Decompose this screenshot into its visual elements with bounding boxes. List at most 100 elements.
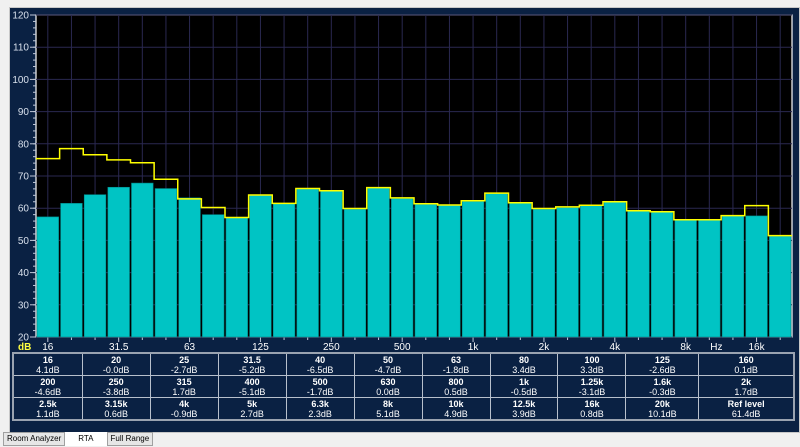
band-label: 800 <box>448 376 464 387</box>
band-value: 0.6dB <box>104 408 128 419</box>
band-value: -1.8dB <box>442 364 470 375</box>
band-value: 0.8dB <box>580 408 604 419</box>
bar-20k <box>769 235 792 338</box>
band-value: -6.5dB <box>306 364 334 375</box>
bar-8k <box>674 219 697 338</box>
band-value: 1.1dB <box>36 408 60 419</box>
band-label: 400 <box>244 376 260 387</box>
y-tick-label: 80 <box>18 139 30 150</box>
tab-room-analyzer[interactable]: Room Analyzer <box>3 432 66 446</box>
band-label: 12.5k <box>512 398 536 409</box>
band-cell: 80 3.4dB <box>489 352 559 376</box>
tab-rta[interactable]: RTA <box>65 432 107 446</box>
band-cell: 160 0.1dB <box>698 352 795 376</box>
bar-500 <box>391 198 414 338</box>
band-value: -0.9dB <box>170 408 198 419</box>
bar-25 <box>83 194 107 338</box>
band-cell: 2.5k 1.1dB <box>12 397 83 421</box>
band-cell: 31.5 -5.2dB <box>217 352 287 376</box>
bar-125 <box>249 195 272 338</box>
band-value: 4.9dB <box>444 408 468 419</box>
band-value: -0.3dB <box>649 386 676 397</box>
band-value: -1.7dB <box>306 386 334 397</box>
band-value: -5.2dB <box>238 364 266 375</box>
band-value: -4.6dB <box>34 386 62 397</box>
band-cell: 20 -0.0dB <box>81 352 151 376</box>
y-tick-label: 30 <box>18 300 30 311</box>
band-label: 20k <box>654 398 670 409</box>
band-cell: 100 3.3dB <box>557 352 627 376</box>
band-label: 1.25k <box>580 376 604 387</box>
y-axis-unit: dB <box>18 342 31 352</box>
band-cell: 50 -4.7dB <box>353 352 423 376</box>
y-tick-label: 100 <box>12 75 29 86</box>
band-cell: 2k 1.7dB <box>698 375 795 398</box>
y-tick-label: 60 <box>18 204 30 215</box>
band-label: 31.5 <box>243 354 261 365</box>
x-tick-label: 8k <box>680 342 692 352</box>
table-row: 200 -4.6dB 250 -3.8dB 315 1.7dB 400 -5.1dB 500 -1… <box>12 375 795 398</box>
y-tick-label: 90 <box>18 107 30 118</box>
band-label: 4k <box>179 398 190 409</box>
band-level-table: 16 4.1dB 20 -0.0dB 25 -2.7dB 31.5 -5.2dB 40 -6.5d… <box>12 352 795 421</box>
bar-16k <box>745 215 768 338</box>
band-value: -3.1dB <box>578 386 606 397</box>
band-label: 40 <box>315 354 326 365</box>
band-label: 200 <box>40 376 56 387</box>
bar-80 <box>202 214 225 338</box>
bar-40 <box>131 182 154 338</box>
band-value: -2.7dB <box>170 364 198 375</box>
band-value: -3.8dB <box>102 386 130 397</box>
band-cell: 500 -1.7dB <box>285 375 355 398</box>
table-row: 2.5k 1.1dB 3.15k 0.6dB 4k -0.9dB 5k 2.7dB 6.3k 2.… <box>12 397 795 421</box>
band-value: -5.1dB <box>238 386 266 397</box>
band-value: 3.9dB <box>512 408 536 419</box>
band-value: 0.0dB <box>376 386 400 397</box>
bar-630 <box>414 204 437 338</box>
y-tick-label: 120 <box>12 11 29 22</box>
band-cell: 10k 4.9dB <box>421 397 491 421</box>
band-label: 10k <box>448 398 464 409</box>
bar-50 <box>154 188 178 338</box>
x-tick-label: 250 <box>323 342 340 352</box>
bar-400 <box>367 187 390 338</box>
band-label: 630 <box>380 376 396 387</box>
y-tick-label: 70 <box>18 172 30 183</box>
band-cell: 400 -5.1dB <box>217 375 287 398</box>
bar-2.5k <box>556 207 579 338</box>
tab-full-range[interactable]: Full Range <box>106 432 154 446</box>
band-label: Ref level <box>727 398 765 409</box>
band-label: 63 <box>451 354 462 365</box>
bar-2k <box>532 208 556 338</box>
band-cell: 16 4.1dB <box>12 352 83 376</box>
band-value: 2.3dB <box>308 408 332 419</box>
band-label: 16 <box>42 354 53 365</box>
band-cell: Ref level 61.4dB <box>698 397 795 421</box>
band-cell: 20k 10.1dB <box>625 397 700 421</box>
band-value: -0.0dB <box>102 364 130 375</box>
band-value: 1.7dB <box>172 386 196 397</box>
bar-63 <box>178 197 201 338</box>
band-label: 1.6k <box>653 376 672 387</box>
x-tick-label: 1k <box>468 342 480 352</box>
rta-chart: 203040506070809010011012016 31.5 63 125 250 5… <box>12 11 793 352</box>
band-label: 250 <box>108 376 124 387</box>
bar-315 <box>343 208 367 338</box>
band-cell: 63 -1.8dB <box>421 352 491 376</box>
band-label: 2k <box>741 376 752 387</box>
bar-3.15k <box>580 205 603 338</box>
band-cell: 12.5k 3.9dB <box>489 397 559 421</box>
band-label: 3.15k <box>104 398 128 409</box>
band-cell: 5k 2.7dB <box>217 397 287 421</box>
band-cell: 16k 0.8dB <box>557 397 627 421</box>
x-tick-label: 31.5 <box>109 342 129 352</box>
x-tick-label: 125 <box>252 342 269 352</box>
bar-1k <box>461 201 485 338</box>
band-label: 8k <box>383 398 394 409</box>
bar-160 <box>272 203 296 338</box>
band-value: 3.4dB <box>512 364 536 375</box>
band-value: 5.1dB <box>376 408 400 419</box>
bar-16 <box>36 216 59 338</box>
band-value: -2.6dB <box>649 364 676 375</box>
band-label: 2.5k <box>39 398 57 409</box>
